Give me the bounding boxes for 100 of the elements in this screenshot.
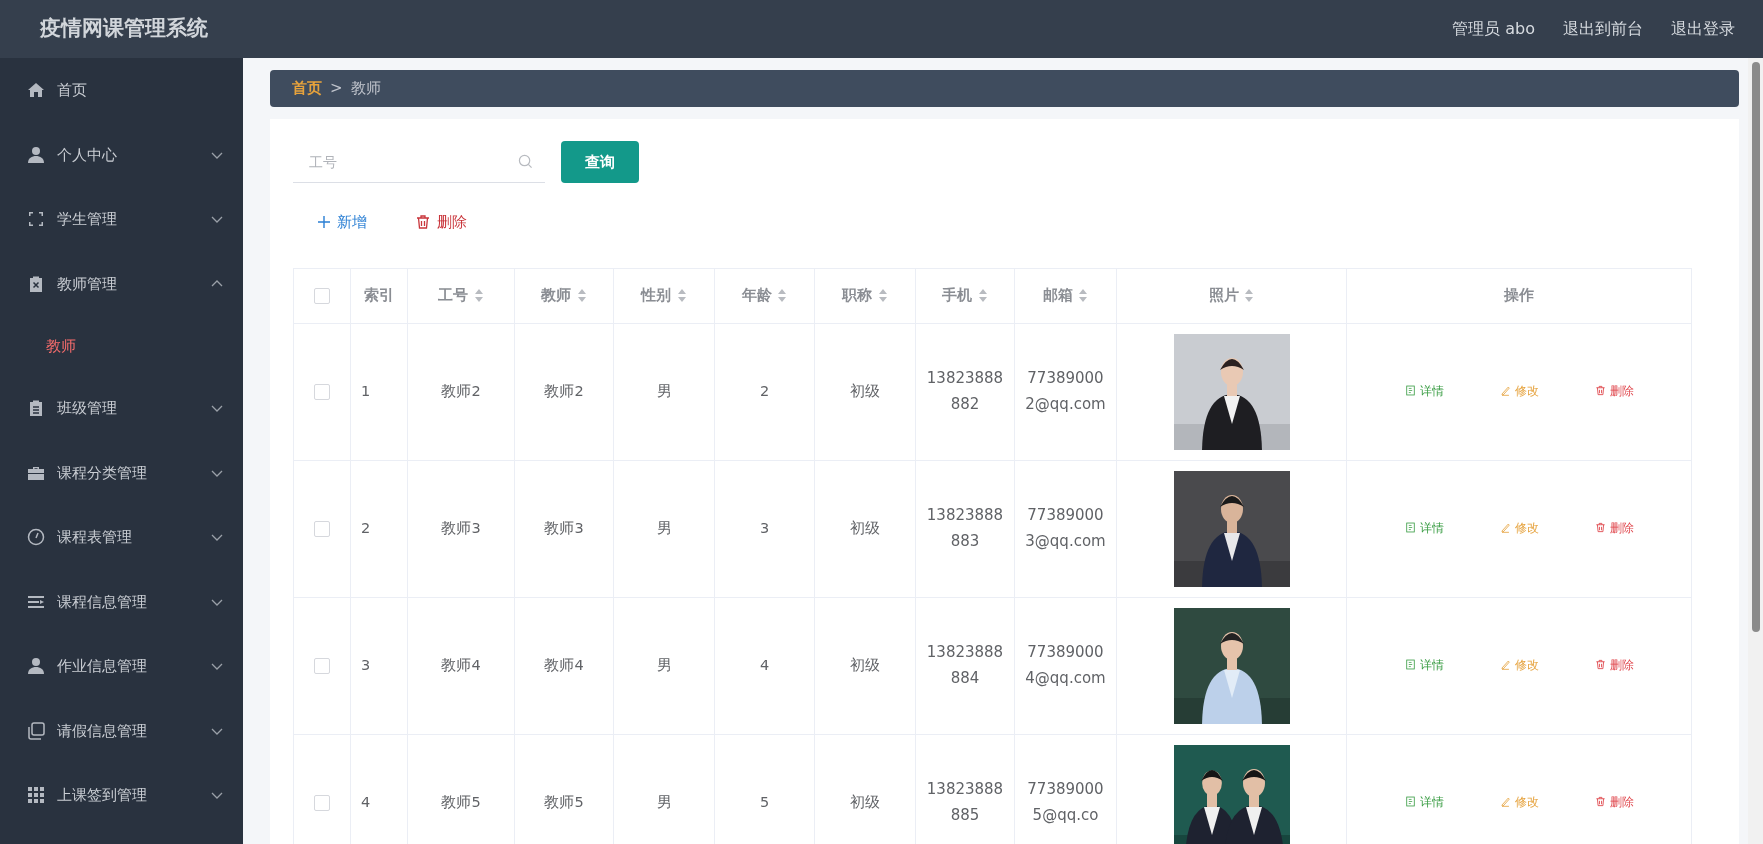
copy-icon [27, 721, 45, 740]
query-button[interactable]: 查询 [561, 141, 639, 183]
sort-icon [473, 289, 484, 303]
logout-link[interactable]: 退出到前台 [1563, 17, 1643, 41]
column-header[interactable]: 邮箱 [1014, 268, 1117, 323]
edit-button[interactable]: 修改 [1495, 516, 1543, 539]
delete-button[interactable]: 删除 [1590, 790, 1638, 813]
sidebar-item[interactable]: 教师管理 [0, 251, 243, 316]
table-cell: 教师4 [514, 597, 614, 734]
document-icon [1404, 659, 1416, 671]
home-icon [27, 81, 45, 100]
sort-icon [977, 289, 988, 303]
breadcrumb-separator: > [330, 78, 343, 100]
column-header[interactable]: 性别 [613, 268, 715, 323]
row-checkbox[interactable] [314, 794, 330, 811]
table-cell: 教师4 [407, 597, 515, 734]
sort-icon [576, 289, 587, 303]
row-checkbox[interactable] [314, 383, 330, 400]
scrollbar[interactable] [1748, 58, 1763, 844]
column-header: 操作 [1346, 268, 1692, 323]
sidebar-item[interactable]: 上课签到管理 [0, 763, 243, 828]
sidebar-item[interactable]: 课程信息管理 [0, 569, 243, 634]
table-cell: 初级 [814, 460, 916, 597]
select-all-checkbox[interactable] [314, 287, 330, 304]
admin-link[interactable]: 管理员 abo [1452, 17, 1535, 41]
trash-icon [1594, 385, 1606, 397]
table-cell: 初级 [814, 597, 916, 734]
sidebar-item[interactable]: 课程分类管理 [0, 440, 243, 505]
sidebar-item[interactable]: 个人中心 [0, 122, 243, 187]
table-cell: 1 [350, 323, 408, 460]
column-header[interactable]: 工号 [407, 268, 515, 323]
table-cell: 男 [613, 460, 715, 597]
gauge-icon [27, 528, 45, 547]
column-header[interactable]: 教师 [514, 268, 614, 323]
column-header[interactable]: 年龄 [714, 268, 815, 323]
table-cell: 男 [613, 597, 715, 734]
pencil-icon [1499, 659, 1511, 671]
table-cell: 教师3 [514, 460, 614, 597]
grid-icon [27, 786, 45, 805]
document-icon [1404, 385, 1416, 397]
breadcrumb-link[interactable]: 首页 [292, 77, 322, 100]
table-cell: 773890002@qq.com [1014, 323, 1117, 460]
edit-button[interactable]: 修改 [1495, 653, 1543, 676]
document-icon [1404, 522, 1416, 534]
clipboard-icon [27, 274, 45, 293]
sidebar-item[interactable]: 班级管理 [0, 376, 243, 441]
table-cell: 773890004@qq.com [1014, 597, 1117, 734]
detail-button[interactable]: 详情 [1400, 379, 1448, 402]
table-cell: 2 [714, 323, 815, 460]
delete-button[interactable]: 删除 [391, 207, 491, 238]
trash-icon [1594, 522, 1606, 534]
clipboard-icon [27, 399, 45, 418]
row-checkbox[interactable] [314, 520, 330, 537]
sidebar-item[interactable]: 学生管理 [0, 187, 243, 252]
column-header[interactable]: 手机 [915, 268, 1015, 323]
table-cell: 3 [350, 597, 408, 734]
trash-icon [415, 214, 431, 231]
breadcrumb-current: 教师 [350, 78, 381, 100]
table-cell: 13823888882 [915, 323, 1015, 460]
trash-icon [1594, 659, 1606, 671]
user-icon [27, 145, 45, 164]
sort-icon [676, 289, 687, 303]
table-cell: 初级 [814, 323, 916, 460]
delete-button[interactable]: 删除 [1590, 516, 1638, 539]
scan-icon [27, 210, 45, 229]
add-button[interactable]: 新增 [293, 207, 391, 238]
table-cell: 教师2 [407, 323, 515, 460]
sidebar-item[interactable]: 请假信息管理 [0, 698, 243, 763]
table-cell: 男 [613, 323, 715, 460]
edit-button[interactable]: 修改 [1495, 790, 1543, 813]
detail-button[interactable]: 详情 [1400, 516, 1448, 539]
sort-icon [1078, 289, 1089, 303]
table-cell: 2 [350, 460, 408, 597]
sort-icon [877, 289, 888, 303]
row-checkbox[interactable] [314, 657, 330, 674]
column-header[interactable]: 职称 [814, 268, 916, 323]
table-cell: 773890003@qq.com [1014, 460, 1117, 597]
pencil-icon [1499, 385, 1511, 397]
plus-icon [317, 215, 331, 230]
trash-icon [1594, 796, 1606, 808]
sidebar-item[interactable]: 首页 [0, 58, 243, 123]
sidebar-item[interactable]: 课程表管理 [0, 505, 243, 570]
sidebar-item[interactable]: 作业信息管理 [0, 634, 243, 699]
column-header[interactable]: 照片 [1116, 268, 1347, 323]
column-header: 索引 [350, 268, 408, 323]
sort-icon [777, 289, 788, 303]
table-cell: 教师2 [514, 323, 614, 460]
table-cell: 3 [714, 460, 815, 597]
logout-link[interactable]: 退出登录 [1671, 17, 1735, 41]
detail-button[interactable]: 详情 [1400, 790, 1448, 813]
table-cell: 13823888883 [915, 460, 1015, 597]
pencil-icon [1499, 522, 1511, 534]
document-icon [1404, 796, 1416, 808]
edit-button[interactable]: 修改 [1495, 379, 1543, 402]
detail-button[interactable]: 详情 [1400, 653, 1448, 676]
table-cell: 13823888884 [915, 597, 1015, 734]
delete-button[interactable]: 删除 [1590, 653, 1638, 676]
user-icon [27, 657, 45, 676]
delete-button[interactable]: 删除 [1590, 379, 1638, 402]
table-cell: 4 [714, 597, 815, 734]
